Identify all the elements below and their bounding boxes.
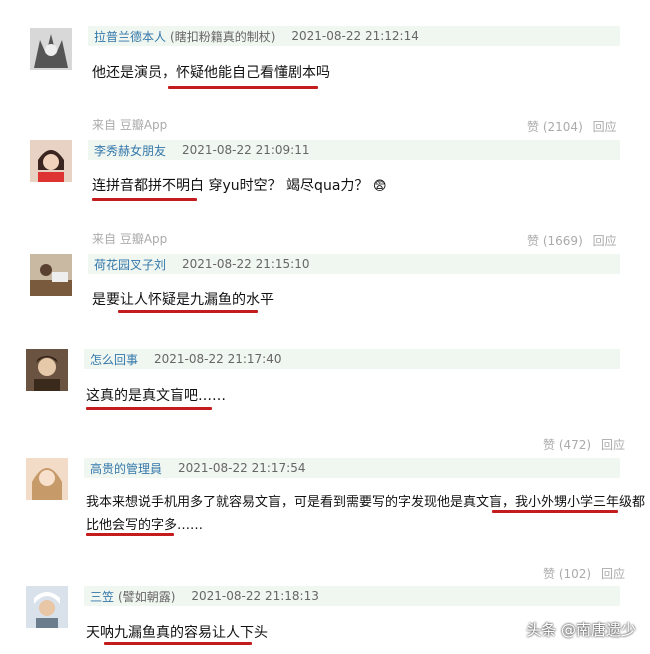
- comment-text: 是要让人怀疑是九漏鱼的水平: [92, 292, 274, 308]
- highlight-underline: [92, 198, 197, 201]
- like-count: (2104): [542, 120, 583, 134]
- avatar[interactable]: [30, 254, 72, 296]
- highlight-underline: [168, 86, 318, 89]
- like-button[interactable]: 赞: [543, 438, 555, 452]
- comment-meta: 李秀赫女朋友 2021-08-22 21:09:11: [88, 140, 620, 160]
- highlight-underline: [118, 310, 258, 313]
- username-link[interactable]: 荷花园叉子刘: [94, 256, 166, 273]
- avatar[interactable]: [26, 586, 68, 628]
- user-tag: (譬如朝露): [118, 589, 176, 604]
- comment-time: 2021-08-22 21:17:40: [154, 352, 282, 366]
- highlight-underline: [86, 533, 174, 536]
- like-count: (472): [558, 438, 592, 452]
- highlight-underline: [86, 407, 212, 410]
- comment-meta: 三笠 (譬如朝露) 2021-08-22 21:18:13: [84, 586, 620, 606]
- scared-emoji-icon: 😨: [372, 179, 387, 194]
- comment-source: 来自 豆瓣App: [92, 118, 168, 132]
- highlight-underline: [104, 642, 252, 645]
- like-count: (1669): [542, 234, 583, 248]
- comment-meta: 拉普兰德本人 (瞎扣粉籍真的制杖) 2021-08-22 21:12:14: [88, 26, 620, 46]
- like-button[interactable]: 赞: [527, 120, 539, 134]
- comment-time: 2021-08-22 21:09:11: [182, 143, 310, 157]
- like-button[interactable]: 赞: [543, 567, 555, 581]
- avatar[interactable]: [26, 458, 68, 500]
- watermark: 头条 @南唐遗少: [526, 621, 636, 639]
- comment-time: 2021-08-22 21:15:10: [182, 257, 310, 271]
- comment-actions: 赞 (2104) 回应: [527, 118, 617, 135]
- highlight-underline: [492, 510, 618, 513]
- avatar[interactable]: [30, 140, 72, 182]
- comment-actions: 赞 (1669) 回应: [527, 232, 617, 249]
- avatar[interactable]: [26, 349, 68, 391]
- comment-time: 2021-08-22 21:17:54: [178, 461, 306, 475]
- comment-actions: 赞 (472) 回应: [543, 436, 625, 453]
- username-link[interactable]: 高贵的管理員: [90, 460, 162, 477]
- comment-time: 2021-08-22 21:18:13: [191, 589, 319, 603]
- comment-source: 来自 豆瓣App: [92, 232, 168, 246]
- user-tag: (瞎扣粉籍真的制杖): [170, 29, 276, 44]
- username-link[interactable]: 拉普兰德本人: [94, 28, 166, 45]
- avatar[interactable]: [30, 28, 72, 70]
- comment-meta: 高贵的管理員 2021-08-22 21:17:54: [84, 458, 620, 478]
- comment-text-line-2: 比他会写的字多……: [86, 518, 204, 533]
- username-link[interactable]: 李秀赫女朋友: [94, 142, 166, 159]
- comment-body: 连拼音都拼不明白 穿yu时空？ 竭尽qua力？: [92, 178, 369, 194]
- comment-actions: 赞 (102) 回应: [543, 565, 625, 582]
- like-button[interactable]: 赞: [527, 234, 539, 248]
- comment-meta: 荷花园叉子刘 2021-08-22 21:15:10: [88, 254, 620, 274]
- comment-text: 连拼音都拼不明白 穿yu时空？ 竭尽qua力？ 😨: [92, 175, 386, 195]
- comment-text: 他还是演员，怀疑他能自己看懂剧本吗: [92, 65, 330, 81]
- comment-text: 天呐九漏鱼真的容易让人下头: [86, 625, 268, 641]
- comment-meta: 怎么回事 2021-08-22 21:17:40: [84, 349, 620, 369]
- username-link[interactable]: 怎么回事: [90, 351, 138, 368]
- comment-time: 2021-08-22 21:12:14: [291, 29, 419, 43]
- reply-button[interactable]: 回应: [593, 120, 617, 134]
- comment-text: 这真的是真文盲吧……: [86, 388, 226, 404]
- like-count: (102): [558, 567, 592, 581]
- reply-button[interactable]: 回应: [601, 438, 625, 452]
- username-link[interactable]: 三笠: [90, 588, 114, 605]
- comment-text-line-1: 我本来想说手机用多了就容易文盲，可是看到需要写的字发现他是真文盲，我小外甥小学三…: [86, 495, 646, 510]
- reply-button[interactable]: 回应: [601, 567, 625, 581]
- reply-button[interactable]: 回应: [593, 234, 617, 248]
